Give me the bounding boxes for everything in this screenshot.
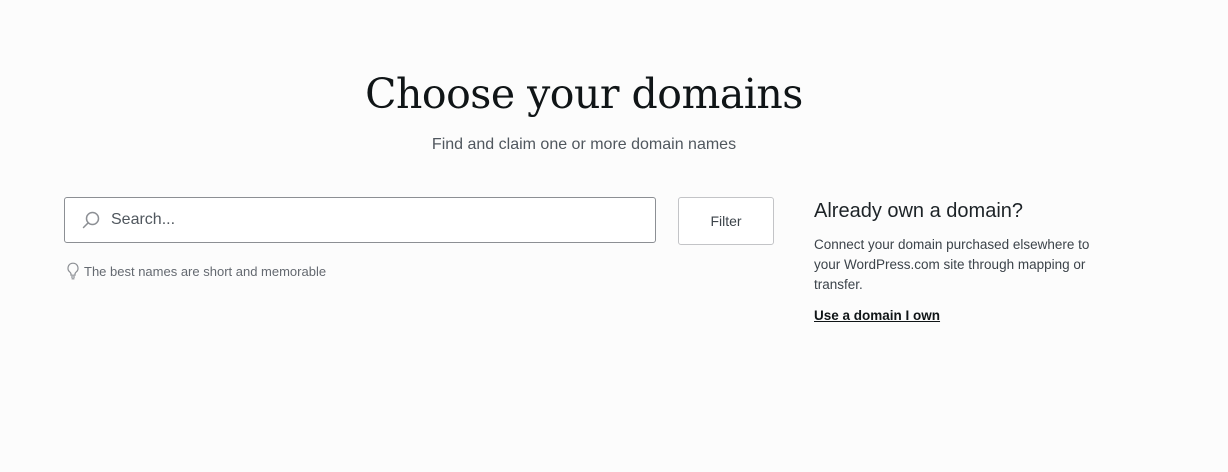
search-icon: [81, 210, 101, 230]
lightbulb-icon: [64, 262, 82, 280]
search-input[interactable]: [111, 200, 631, 240]
own-domain-description: Connect your domain purchased elsewhere …: [814, 237, 1090, 292]
page-title: Choose your domains: [365, 70, 803, 118]
own-domain-panel: Already own a domain? Connect your domai…: [814, 200, 1114, 325]
filter-button[interactable]: Filter: [678, 197, 774, 245]
domain-search-page: Choose your domains Find and claim one o…: [0, 0, 1228, 472]
use-own-domain-link[interactable]: Use a domain I own: [814, 308, 940, 323]
search-hint: The best names are short and memorable: [64, 262, 326, 280]
hint-text: The best names are short and memorable: [84, 263, 327, 279]
page-subtitle: Find and claim one or more domain names: [431, 136, 737, 153]
search-box[interactable]: [64, 197, 656, 243]
own-domain-heading: Already own a domain?: [814, 200, 1024, 222]
